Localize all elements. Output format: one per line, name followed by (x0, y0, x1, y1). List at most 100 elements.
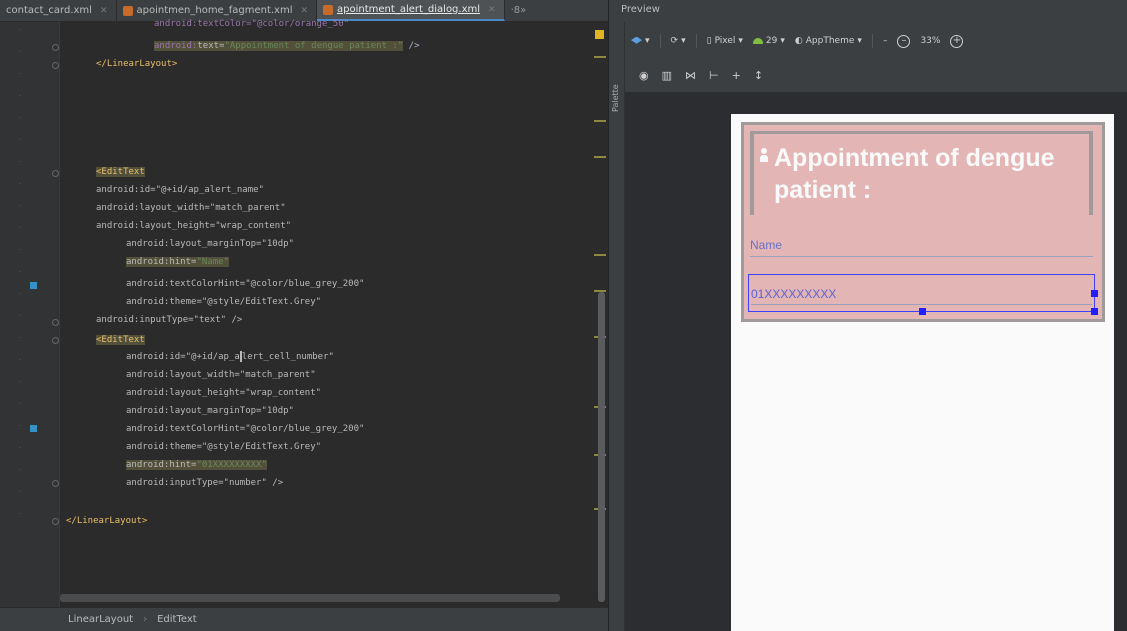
stripe-marker[interactable] (594, 120, 606, 122)
xml-file-icon (122, 5, 133, 16)
code-editor[interactable]: · · · · · · · · · · · · · · · · · · · · … (0, 19, 608, 607)
device-screen[interactable]: Appointment of dengue patient : Name 01X… (731, 114, 1114, 631)
code-text: android:inputType="text" /> (96, 315, 243, 325)
code-line: android:textColorHint="@color/blue_grey_… (126, 423, 364, 436)
orientation-button[interactable]: ⟳ ▾ (671, 36, 686, 46)
cell-number-field[interactable]: 01XXXXXXXXX (748, 274, 1098, 315)
magnet-icon: ⋈ (685, 68, 697, 82)
line-number: · (17, 136, 22, 144)
resize-handle[interactable] (1091, 308, 1098, 315)
code-text: lert_cell_number" (241, 352, 334, 362)
stripe-marker[interactable] (594, 156, 606, 158)
code-text: "Appointment of dengue patient :" (224, 41, 404, 51)
line-number: · (17, 334, 22, 342)
constraints-button[interactable]: ⋈ (685, 69, 696, 82)
code-line: android:layout_width="match_parent" (126, 369, 316, 382)
vertical-scrollbar[interactable] (598, 292, 605, 602)
code-text: text= (197, 41, 225, 51)
code-line: android:id="@+id/ap_a lert_cell_number" (126, 351, 334, 364)
fold-icon[interactable] (52, 44, 59, 51)
margin-button[interactable]: ⊢ (709, 69, 719, 82)
api-dropdown[interactable]: 29 ▾ (752, 36, 785, 46)
design-canvas[interactable]: Appointment of dengue patient : Name 01X… (625, 92, 1127, 631)
fold-icon[interactable] (52, 319, 59, 326)
title-container[interactable]: Appointment of dengue patient : (750, 131, 1093, 215)
person-icon (760, 148, 768, 162)
split-view-button[interactable]: ▥ (662, 69, 672, 82)
line-number: · (17, 180, 22, 188)
tab-contact-card[interactable]: contact_card.xml ✕ (0, 0, 117, 21)
palette-strip: Palette (609, 22, 625, 631)
breadcrumb: LinearLayout › EditText (0, 607, 608, 631)
fold-icon[interactable] (52, 337, 59, 344)
alert-dialog-preview[interactable]: Appointment of dengue patient : Name 01X… (741, 122, 1105, 322)
code-text: android:layout_height="wrap_content" (96, 221, 292, 231)
zoom-in-button[interactable]: + (950, 34, 964, 48)
palette-tab[interactable]: Palette (611, 52, 623, 112)
theme-dropdown[interactable]: ◐ AppTheme ▾ (795, 36, 862, 46)
cell-number-hint: 01XXXXXXXXX (751, 287, 837, 301)
align-button[interactable]: ↕ (754, 69, 763, 82)
close-icon[interactable]: ✕ (488, 5, 496, 15)
fold-icon[interactable] (52, 480, 59, 487)
color-swatch-icon[interactable] (30, 425, 37, 432)
zoom-out-button[interactable]: – (897, 34, 911, 48)
fold-icon[interactable] (52, 170, 59, 177)
tab-label: apointmen_home_fagment.xml (136, 5, 293, 16)
warning-icon[interactable] (595, 30, 604, 39)
horizontal-scrollbar[interactable] (60, 594, 560, 602)
tab-label: contact_card.xml (6, 5, 92, 16)
close-icon[interactable]: ✕ (100, 6, 108, 16)
device-dropdown[interactable]: ▯ Pixel ▾ (707, 36, 743, 46)
vertical-arrows-icon: ↕ (753, 68, 764, 82)
tab-label: apointment_alert_dialog.xml (337, 4, 481, 15)
guidelines-button[interactable]: + (732, 69, 741, 82)
line-number: · (17, 422, 22, 430)
code-line: android:textColor="@color/orange_50" (154, 18, 349, 31)
code-line: android:layout_width="match_parent" (96, 202, 286, 215)
close-icon[interactable]: ✕ (300, 6, 308, 16)
fold-icon[interactable] (52, 62, 59, 69)
stripe-marker[interactable] (594, 254, 606, 256)
line-number: · (17, 356, 22, 364)
preview-toolbar: ▾ ⟳ ▾ ▯ Pixel ▾ 29 ▾ ◐ AppTheme ▾ – – 33% + (631, 30, 964, 52)
code-line: android:text="Appointment of dengue pati… (154, 40, 420, 53)
rotate-icon: ⟳ (670, 36, 679, 46)
line-number: · (17, 400, 22, 408)
code-line: android:theme="@style/EditText.Grey" (126, 296, 321, 309)
device-label: Pixel (714, 36, 736, 46)
line-number: · (17, 114, 22, 122)
toolbar-separator (695, 34, 697, 48)
dialog-title: Appointment of dengue patient : (774, 144, 1055, 204)
tab-overflow-button[interactable]: ·8» (505, 0, 533, 21)
code-text: </LinearLayout> (96, 59, 178, 69)
fold-icon[interactable] (52, 518, 59, 525)
code-text: android:layout_width="match_parent" (126, 370, 316, 380)
code-text: android:id="@+id/ap_a (126, 352, 240, 362)
breadcrumb-edittext[interactable]: EditText (157, 614, 197, 625)
code-line: <EditText (96, 166, 145, 179)
preview-panel: Preview Palette ▾ ⟳ ▾ ▯ Pixel ▾ 29 ▾ ◐ AppThe… (608, 0, 1127, 631)
name-field[interactable]: Name (750, 235, 1093, 257)
field-underline (751, 304, 1092, 305)
color-swatch-icon[interactable] (30, 282, 37, 289)
resize-handle[interactable] (1091, 290, 1098, 297)
code-line: <EditText (96, 334, 145, 347)
stripe-marker[interactable] (594, 56, 606, 58)
resize-handle[interactable] (919, 308, 926, 315)
design-surface-button[interactable]: ▾ (631, 36, 650, 46)
code-line: android:layout_height="wrap_content" (96, 220, 291, 233)
line-number: · (17, 224, 22, 232)
breadcrumb-linearlayout[interactable]: LinearLayout (68, 614, 133, 625)
zoom-level: 33% (920, 36, 941, 46)
code-text: android:layout_width="match_parent" (96, 203, 286, 213)
eye-icon: ◉ (639, 68, 649, 82)
zoom-fit-button[interactable]: – (883, 36, 888, 46)
api-label: 29 (765, 36, 778, 46)
code-line: android:hint="Name" (126, 256, 229, 269)
line-number: · (17, 444, 22, 452)
code-area[interactable]: android:textColor="@color/orange_50" and… (60, 19, 592, 607)
line-number: · (17, 510, 22, 518)
show-view-options-button[interactable]: ◉ (639, 69, 649, 82)
code-line: android:layout_marginTop="10dp" (126, 238, 294, 251)
